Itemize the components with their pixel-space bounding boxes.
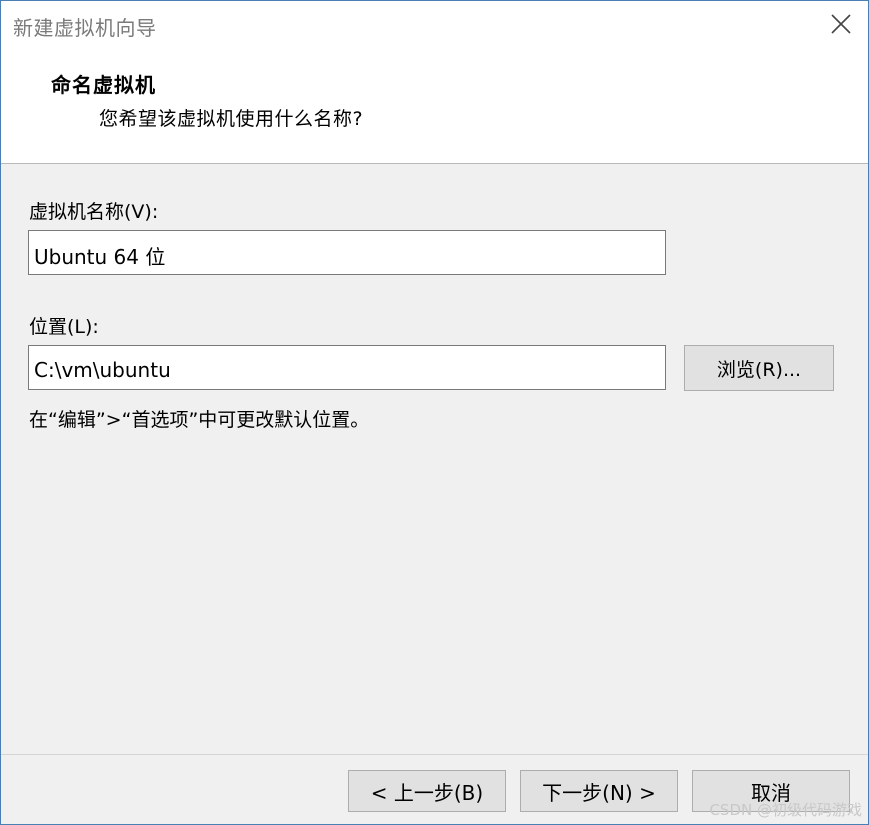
next-button[interactable]: 下一步(N) >	[520, 770, 678, 812]
title-bar: 新建虚拟机向导	[1, 1, 868, 49]
close-button[interactable]	[828, 11, 854, 37]
location-hint: 在“编辑”>“首选项”中可更改默认位置。	[29, 409, 370, 431]
cancel-button[interactable]: 取消	[692, 770, 850, 812]
wizard-header: 命名虚拟机 您希望该虚拟机使用什么名称?	[1, 49, 868, 164]
window-title: 新建虚拟机向导	[13, 16, 157, 40]
wizard-content: 虚拟机名称(V): 位置(L): 浏览(R)... 在“编辑”>“首选项”中可更…	[1, 164, 868, 754]
wizard-footer: < 上一步(B) 下一步(N) > 取消	[1, 754, 868, 824]
wizard-window: 新建虚拟机向导 命名虚拟机 您希望该虚拟机使用什么名称? 虚拟机名称(V): 位…	[0, 0, 869, 825]
page-title: 命名虚拟机	[51, 73, 156, 97]
location-input[interactable]	[28, 345, 666, 390]
vm-name-input[interactable]	[28, 230, 666, 275]
back-button[interactable]: < 上一步(B)	[348, 770, 506, 812]
browse-button[interactable]: 浏览(R)...	[684, 345, 834, 391]
vm-name-label: 虚拟机名称(V):	[29, 201, 159, 223]
page-subtitle: 您希望该虚拟机使用什么名称?	[99, 108, 364, 130]
close-icon	[831, 14, 851, 34]
location-label: 位置(L):	[29, 316, 99, 338]
